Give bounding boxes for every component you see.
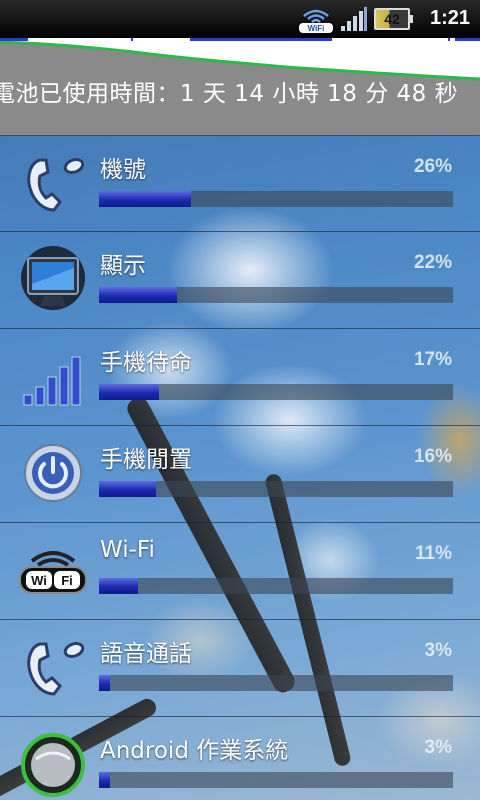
item-label: 手機閒置 [100,447,192,473]
usage-bar [99,578,453,594]
signal-strength-icon [341,7,367,31]
battery-usage-time: 電池已使用時間：1 天 14 小時 18 分 48 秒 [0,81,459,107]
usage-bar-fill [99,772,110,788]
usage-bar-fill [99,578,138,594]
status-time: 1:21 [429,7,470,29]
svg-text:WiFi: WiFi [308,24,325,33]
usage-item-phone-idle[interactable]: 手機閒置 16% [0,426,480,523]
usage-bar-fill [99,481,156,497]
item-label: Android 作業系統 [100,738,289,764]
usage-item-display[interactable]: 顯示 22% [0,232,480,329]
item-label: 手機待命 [100,350,192,376]
item-label: 機號 [100,157,146,183]
usage-item-cell-standby[interactable]: 機號 26% [0,135,480,232]
wifi-icon: WiFi [299,9,333,33]
item-percent: 3% [424,640,452,661]
usage-item-voice-calls[interactable]: 語音通話 3% [0,620,480,717]
battery-usage-list: 機號 26% 顯示 22% 手機待命 17% 手機閒置 16% Wi Fi Wi… [0,135,480,800]
battery-level-text: 42 [384,11,400,27]
item-percent: 22% [413,252,452,273]
usage-bar-fill [99,675,110,691]
usage-item-android-os[interactable]: Android 作業系統 3% [0,717,480,800]
item-label: Wi-Fi [100,537,155,563]
item-percent: 11% [415,543,452,564]
svg-text:Fi: Fi [61,573,73,588]
status-bar: WiFi 42 1:21 [0,0,480,38]
charging-track [0,38,480,41]
usage-item-wifi[interactable]: Wi Fi Wi-Fi 11% [0,523,480,620]
battery-icon: 42 [374,8,413,30]
usage-bar-fill [99,191,192,207]
battery-history-graph[interactable]: 電池已使用時間：1 天 14 小時 18 分 48 秒 [0,38,480,135]
svg-text:Wi: Wi [31,573,47,588]
usage-bar [99,287,453,303]
power-icon [24,444,82,502]
signal-bars-icon [23,356,81,406]
usage-bar [99,772,453,788]
phone-handset-icon [27,642,85,696]
usage-bar [99,481,453,497]
usage-bar [99,384,453,400]
monitor-icon [21,246,85,310]
usage-bar-fill [99,384,160,400]
item-percent: 16% [413,446,452,467]
usage-bar [99,191,453,207]
item-percent: 17% [413,349,452,370]
item-percent: 3% [424,737,452,758]
usage-item-phone-standby[interactable]: 手機待命 17% [0,329,480,426]
usage-bar-fill [99,287,177,303]
android-os-icon [21,733,85,797]
wifi-icon: Wi Fi [19,551,87,594]
item-label: 語音通話 [100,641,192,667]
phone-handset-icon [27,158,85,212]
item-label: 顯示 [100,253,146,279]
item-percent: 26% [413,156,452,177]
usage-bar [99,675,453,691]
